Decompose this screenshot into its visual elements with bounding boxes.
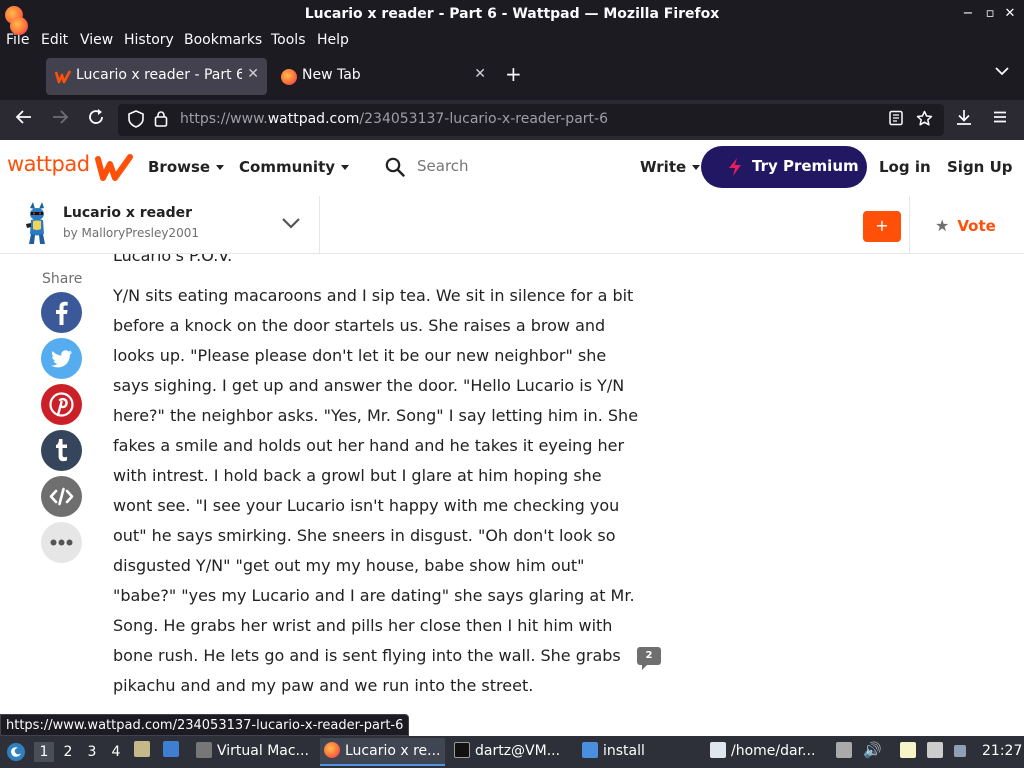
- embed-icon[interactable]: [41, 476, 82, 517]
- menu-history[interactable]: History: [124, 32, 174, 48]
- story-author[interactable]: by MalloryPresley2001: [63, 226, 199, 240]
- tab-new-tab[interactable]: New Tab ✕: [272, 58, 494, 95]
- maximize-icon[interactable]: ▫: [980, 6, 1000, 21]
- nav-toolbar: https://www.wattpad.com/234053137-lucari…: [0, 100, 1024, 140]
- workspace-1[interactable]: 1: [34, 742, 54, 762]
- signup-link[interactable]: Sign Up: [947, 158, 1013, 176]
- tumblr-icon[interactable]: [41, 430, 82, 471]
- try-premium-button[interactable]: Try Premium: [701, 146, 867, 188]
- divider: [319, 196, 320, 254]
- menu-help[interactable]: Help: [317, 32, 349, 48]
- workspace-2[interactable]: 2: [58, 742, 78, 762]
- caret-down-icon: [216, 165, 225, 170]
- story-title[interactable]: Lucario x reader: [63, 205, 192, 221]
- workspace-4[interactable]: 4: [106, 742, 126, 762]
- task-text-editor[interactable]: /home/dar...: [706, 738, 819, 766]
- facebook-icon[interactable]: [41, 292, 82, 333]
- vote-button[interactable]: ★ Vote: [935, 216, 996, 235]
- menu-bookmarks[interactable]: Bookmarks: [184, 32, 262, 48]
- downloads-icon[interactable]: [952, 108, 976, 132]
- desktop-launcher-icon[interactable]: [163, 741, 184, 758]
- firefox-view-icon[interactable]: [10, 17, 28, 35]
- caret-down-icon: [341, 165, 350, 170]
- forward-arrow-icon[interactable]: [48, 108, 72, 132]
- wattpad-favicon-icon: [55, 70, 71, 84]
- clipboard-icon[interactable]: [836, 742, 857, 759]
- tab-lucario[interactable]: Lucario x reader - Part 6 ✕: [46, 58, 267, 95]
- notes-icon[interactable]: [900, 742, 921, 759]
- notification-icon[interactable]: [954, 742, 971, 758]
- close-window-icon[interactable]: ✕: [1000, 6, 1020, 21]
- divider: [909, 196, 910, 254]
- back-arrow-icon[interactable]: [12, 108, 36, 132]
- url-text[interactable]: https://www.wattpad.com/234053137-lucari…: [180, 111, 608, 127]
- window-titlebar: Lucario x reader - Part 6 - Wattpad — Mo…: [0, 0, 1024, 30]
- task-firefox[interactable]: Lucario x re...: [320, 738, 445, 766]
- reload-icon[interactable]: [84, 108, 108, 132]
- menu-tools[interactable]: Tools: [271, 32, 306, 48]
- firefox-favicon-icon: [281, 69, 297, 85]
- url-bar[interactable]: https://www.wattpad.com/234053137-lucari…: [118, 104, 944, 136]
- community-menu[interactable]: Community: [239, 158, 350, 176]
- login-link[interactable]: Log in: [879, 158, 931, 176]
- share-label: Share: [42, 271, 83, 287]
- tab-label: New Tab: [302, 67, 361, 83]
- caret-down-icon: [692, 165, 701, 170]
- reader-view-icon[interactable]: [888, 110, 904, 130]
- chevron-down-icon[interactable]: [281, 216, 301, 230]
- star-icon: ★: [935, 216, 950, 235]
- task-terminal[interactable]: dartz@VM...: [450, 738, 564, 766]
- vm-icon: [196, 742, 212, 758]
- web-page: Lucario's P.O.V. Y/N sits eating macaroo…: [0, 140, 1024, 736]
- bookmark-star-icon[interactable]: [916, 110, 933, 131]
- tracking-shield-icon[interactable]: [128, 110, 144, 132]
- wattpad-w-logo-icon[interactable]: [95, 154, 133, 182]
- close-tab-icon[interactable]: ✕: [247, 66, 259, 82]
- firefox-icon: [324, 742, 340, 758]
- menu-edit[interactable]: Edit: [41, 32, 68, 48]
- browse-menu[interactable]: Browse: [148, 158, 225, 176]
- more-icon[interactable]: [41, 522, 82, 563]
- clock: 21:27: [982, 743, 1023, 759]
- task-install-folder[interactable]: install: [578, 738, 649, 766]
- lightning-bolt-icon: [729, 158, 741, 176]
- search-icon[interactable]: [385, 157, 405, 177]
- story-content: Lucario's P.O.V. Y/N sits eating macaroo…: [113, 241, 643, 736]
- menu-view[interactable]: View: [80, 32, 113, 48]
- new-tab-plus-icon[interactable]: +: [505, 62, 522, 86]
- write-menu[interactable]: Write: [640, 158, 701, 176]
- story-cover-avatar[interactable]: [22, 200, 52, 244]
- inline-comment-bubble[interactable]: 2: [637, 647, 661, 670]
- minimize-icon[interactable]: −: [958, 6, 978, 21]
- story-info-bar: Lucario x reader by MalloryPresley2001 +…: [0, 196, 1024, 254]
- taskbar: 1 2 3 4 Virtual Mac... Lucario x re... d…: [0, 736, 1024, 768]
- terminal-icon: [454, 742, 470, 758]
- list-tabs-chevron-icon[interactable]: [995, 64, 1009, 80]
- add-to-library-button[interactable]: +: [863, 211, 901, 242]
- close-tab-icon[interactable]: ✕: [474, 66, 486, 82]
- task-virtual-machine[interactable]: Virtual Mac...: [192, 738, 313, 766]
- tab-label: Lucario x reader - Part 6: [76, 67, 242, 83]
- folder-icon: [582, 742, 598, 758]
- pinterest-icon[interactable]: [41, 384, 82, 425]
- lock-icon[interactable]: [154, 110, 168, 131]
- search-input[interactable]: [417, 157, 617, 175]
- network-icon[interactable]: [927, 742, 948, 759]
- twitter-icon[interactable]: [41, 338, 82, 379]
- wattpad-logo[interactable]: wattpad: [7, 152, 90, 176]
- wattpad-header: wattpad Browse Community Write Try Premi…: [0, 140, 1024, 196]
- hamburger-menu-icon[interactable]: [988, 108, 1012, 132]
- link-status-url: https://www.wattpad.com/234053137-lucari…: [0, 714, 410, 736]
- volume-icon[interactable]: 🔊: [863, 741, 882, 759]
- window-title: Lucario x reader - Part 6 - Wattpad — Mo…: [304, 6, 720, 22]
- workspace-3[interactable]: 3: [82, 742, 102, 762]
- start-menu-icon[interactable]: [6, 742, 26, 762]
- file-manager-launcher-icon[interactable]: [134, 741, 155, 758]
- menu-bar: File Edit View History Bookmarks Tools H…: [0, 30, 1024, 52]
- story-paragraph: Y/N sits eating macaroons and I sip tea.…: [113, 286, 639, 695]
- text-editor-icon: [710, 742, 726, 758]
